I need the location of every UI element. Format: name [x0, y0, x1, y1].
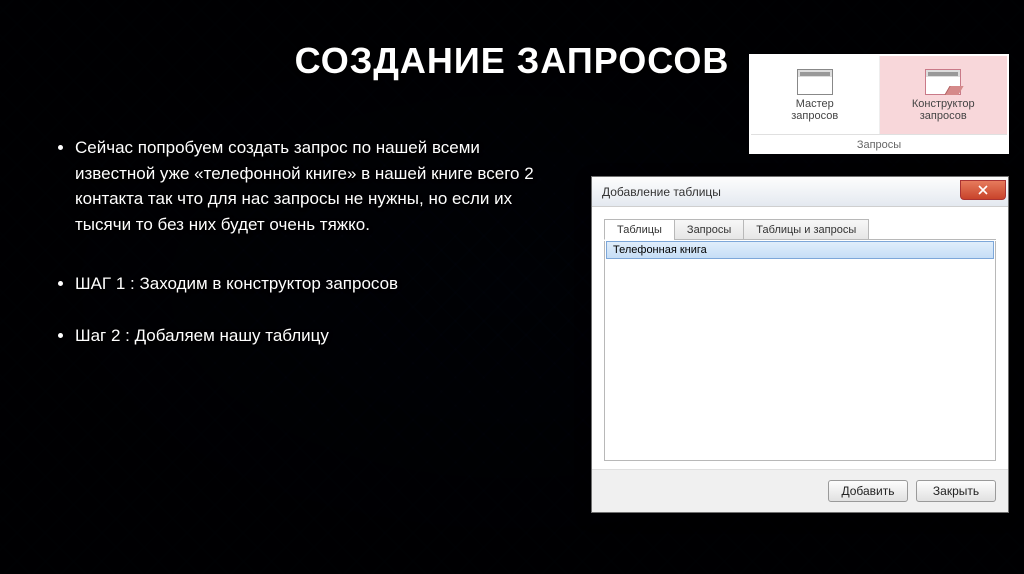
- close-button[interactable]: [960, 180, 1006, 200]
- ribbon-queries-group: Мастер запросов Конструктор запросов Зап…: [749, 54, 1009, 154]
- slide: СОЗДАНИЕ ЗАПРОСОВ Сейчас попробуем созда…: [0, 0, 1024, 574]
- bullet-item: Шаг 2 : Добаляем нашу таблицу: [75, 323, 555, 349]
- ribbon-group-label: Запросы: [751, 134, 1007, 154]
- query-design-icon: [925, 69, 961, 95]
- ribbon-btn-label: Конструктор: [912, 98, 975, 110]
- dialog-tabs: Таблицы Запросы Таблицы и запросы: [604, 219, 996, 240]
- close-icon: [977, 185, 989, 195]
- dialog-button-row: Добавить Закрыть: [592, 469, 1008, 512]
- dialog-title: Добавление таблицы: [602, 185, 960, 199]
- close-dialog-button[interactable]: Закрыть: [916, 480, 996, 502]
- bullet-item: ШАГ 1 : Заходим в конструктор запросов: [75, 271, 555, 297]
- add-table-dialog: Добавление таблицы Таблицы Запросы Табли…: [591, 176, 1009, 513]
- query-design-button[interactable]: Конструктор запросов: [880, 56, 1008, 134]
- list-item[interactable]: Телефонная книга: [606, 241, 994, 259]
- ribbon-btn-label: запросов: [791, 110, 838, 122]
- tab-queries[interactable]: Запросы: [674, 219, 744, 240]
- ribbon-btn-label: Мастер: [796, 98, 834, 110]
- dialog-titlebar[interactable]: Добавление таблицы: [592, 177, 1008, 207]
- tab-tables[interactable]: Таблицы: [604, 219, 675, 240]
- tab-both[interactable]: Таблицы и запросы: [743, 219, 869, 240]
- bullet-list: Сейчас попробуем создать запрос по нашей…: [75, 135, 555, 374]
- bullet-item: Сейчас попробуем создать запрос по нашей…: [75, 135, 555, 237]
- query-wizard-icon: [797, 69, 833, 95]
- dialog-body: Таблицы Запросы Таблицы и запросы Телефо…: [592, 207, 1008, 469]
- query-wizard-button[interactable]: Мастер запросов: [751, 56, 880, 134]
- ribbon-body: Мастер запросов Конструктор запросов: [751, 56, 1007, 134]
- add-button[interactable]: Добавить: [828, 480, 908, 502]
- tables-listbox[interactable]: Телефонная книга: [604, 241, 996, 461]
- ribbon-btn-label: запросов: [920, 110, 967, 122]
